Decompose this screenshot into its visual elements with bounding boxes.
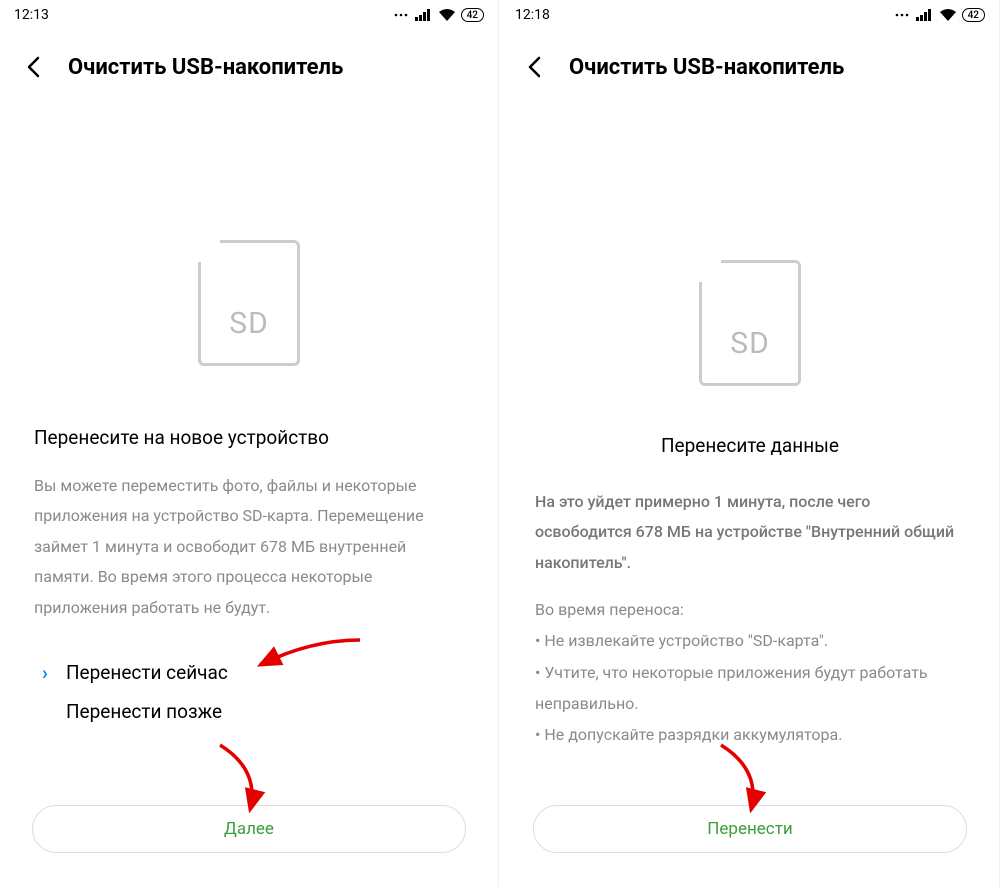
battery-indicator: 42: [461, 8, 484, 22]
button-label: Далее: [224, 819, 274, 839]
sd-card-icon: SD: [699, 260, 801, 386]
screenshot-left: 12:13 42 Очистить USB-накопитель SD Пере…: [0, 0, 499, 887]
status-time: 12:18: [515, 7, 550, 23]
wifi-icon: [438, 9, 456, 22]
wifi-icon: [939, 9, 957, 22]
battery-indicator: 42: [962, 8, 985, 22]
content-heading: Перенесите на новое устройство: [34, 426, 464, 449]
sd-card-icon: SD: [198, 240, 300, 366]
back-button[interactable]: [20, 54, 46, 80]
screenshot-right: 12:18 42 Очистить USB-накопитель SD Пере…: [501, 0, 1000, 887]
back-button[interactable]: [521, 54, 547, 80]
content-paragraph: Вы можете переместить фото, файлы и неко…: [34, 471, 464, 623]
note-item: • Учтите, что некоторые приложения будут…: [535, 657, 965, 719]
option-transfer-later[interactable]: Перенести позже: [44, 700, 464, 723]
option-label: Перенести сейчас: [66, 661, 228, 684]
status-bar: 12:18 42: [501, 0, 999, 30]
status-bar: 12:13 42: [0, 0, 498, 30]
sd-icon-wrap: SD: [0, 240, 498, 366]
sd-label: SD: [730, 326, 770, 361]
signal-icon: [415, 9, 433, 21]
more-icon: [895, 10, 911, 20]
content-heading: Перенесите данные: [535, 434, 965, 457]
status-icons: 42: [394, 8, 484, 22]
sd-icon-wrap: SD: [501, 260, 999, 386]
notes-intro: Во время переноса:: [535, 594, 965, 625]
header: Очистить USB-накопитель: [501, 30, 999, 90]
button-label: Перенести: [707, 819, 792, 839]
signal-icon: [916, 9, 934, 21]
more-icon: [394, 10, 410, 20]
status-icons: 42: [895, 8, 985, 22]
content-paragraph: На это уйдет примерно 1 минута, после че…: [535, 487, 965, 578]
status-time: 12:13: [14, 7, 49, 23]
content-area: Перенесите на новое устройство Вы можете…: [0, 426, 498, 723]
sd-label: SD: [229, 306, 269, 341]
page-title: Очистить USB-накопитель: [68, 55, 343, 80]
transfer-options: › Перенести сейчас Перенести позже: [34, 661, 464, 723]
bottom-button-wrap: Далее: [32, 805, 466, 853]
option-label: Перенести позже: [66, 700, 222, 723]
notes-block: Во время переноса: • Не извлекайте устро…: [535, 594, 965, 750]
note-item: • Не извлекайте устройство "SD-карта".: [535, 625, 965, 656]
chevron-right-icon: ›: [42, 661, 48, 684]
content-area: Перенесите данные На это уйдет примерно …: [501, 434, 999, 750]
bottom-button-wrap: Перенести: [533, 805, 967, 853]
page-title: Очистить USB-накопитель: [569, 55, 844, 80]
option-transfer-now[interactable]: › Перенести сейчас: [44, 661, 464, 684]
note-item: • Не допускайте разрядки аккумулятора.: [535, 719, 965, 750]
next-button[interactable]: Далее: [32, 805, 466, 853]
transfer-button[interactable]: Перенести: [533, 805, 967, 853]
header: Очистить USB-накопитель: [0, 30, 498, 90]
